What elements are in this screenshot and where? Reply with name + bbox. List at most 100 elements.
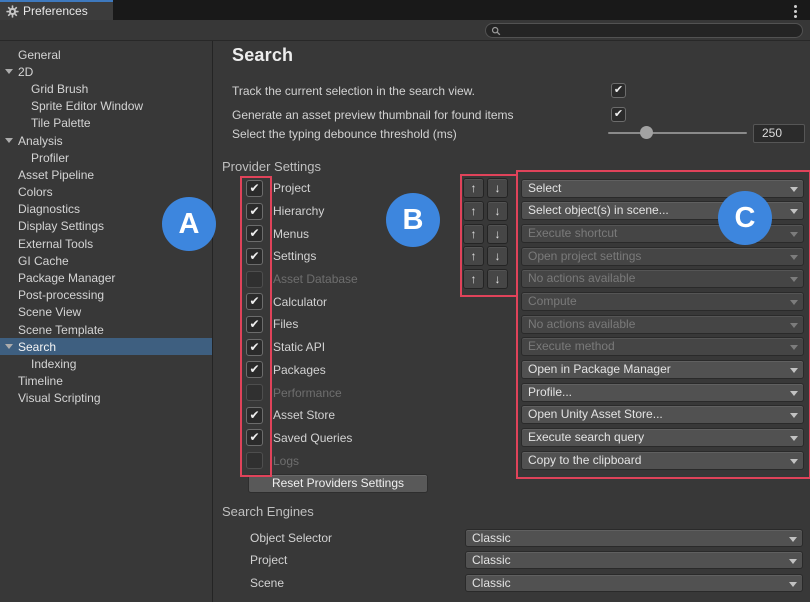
reset-providers-button[interactable]: Reset Providers Settings <box>248 474 428 493</box>
track-selection-checkbox[interactable]: ✔ <box>611 83 626 98</box>
sidebar-item-label: Search <box>18 340 56 354</box>
provider-label: Settings <box>273 249 316 263</box>
sidebar-item-timeline[interactable]: Timeline <box>0 373 212 390</box>
preferences-tab[interactable]: Preferences <box>0 0 113 20</box>
action-dropdown-value: Execute search query <box>528 430 644 444</box>
chevron-down-icon <box>790 436 798 445</box>
provider-label: Asset Store <box>273 408 335 422</box>
action-dropdown-value: No actions available <box>528 271 635 285</box>
action-dropdown-value: Profile... <box>528 385 572 399</box>
setting-label-track-selection: Track the current selection in the searc… <box>232 84 475 98</box>
action-dropdown-value: No actions available <box>528 317 635 331</box>
sidebar-item-label: Diagnostics <box>18 202 80 216</box>
sidebar-item-2d[interactable]: 2D <box>0 63 212 80</box>
engine-label: Scene <box>250 574 465 592</box>
chevron-down-icon <box>789 537 797 546</box>
chevron-down-icon <box>789 559 797 568</box>
page-title: Search <box>232 45 293 66</box>
action-dropdown-asset-database: No actions available <box>521 269 804 288</box>
sidebar-item-label: External Tools <box>18 237 93 251</box>
provider-checkbox-files[interactable]: ✔ <box>246 316 263 333</box>
sidebar-item-scene-template[interactable]: Scene Template <box>0 321 212 338</box>
sidebar-item-general[interactable]: General <box>0 46 212 63</box>
move-down-button[interactable]: ↓ <box>487 269 508 289</box>
provider-checkbox-menus[interactable]: ✔ <box>246 225 263 242</box>
move-up-button[interactable]: ↑ <box>463 178 484 198</box>
action-dropdown-static-api: Execute method <box>521 337 804 356</box>
sidebar-item-sprite-editor-window[interactable]: Sprite Editor Window <box>0 98 212 115</box>
sidebar-item-scene-view[interactable]: Scene View <box>0 304 212 321</box>
foldout-chevron-down-icon[interactable] <box>5 69 13 78</box>
sidebar-item-profiler[interactable]: Profiler <box>0 149 212 166</box>
sidebar-item-tile-palette[interactable]: Tile Palette <box>0 115 212 132</box>
sidebar-item-gi-cache[interactable]: GI Cache <box>0 252 212 269</box>
search-input[interactable] <box>485 23 803 38</box>
sidebar-item-indexing[interactable]: Indexing <box>0 355 212 372</box>
provider-label: Static API <box>273 340 325 354</box>
move-up-button[interactable]: ↑ <box>463 224 484 244</box>
provider-checkbox-static-api[interactable]: ✔ <box>246 339 263 356</box>
sidebar-item-label: Post-processing <box>18 288 104 302</box>
provider-checkbox-packages[interactable]: ✔ <box>246 361 263 378</box>
sidebar-item-search[interactable]: Search <box>0 338 212 355</box>
provider-row-asset-store: ✔ Asset Store <box>246 404 466 427</box>
provider-label: Performance <box>273 386 342 400</box>
sidebar-item-label: Visual Scripting <box>18 391 101 405</box>
engine-row-object-selector: Object SelectorClassic <box>250 529 803 551</box>
foldout-chevron-down-icon[interactable] <box>5 138 13 147</box>
kebab-menu-icon[interactable] <box>794 4 797 19</box>
action-dropdown-asset-store[interactable]: Open Unity Asset Store... <box>521 405 804 424</box>
action-dropdown-logs[interactable]: Copy to the clipboard <box>521 451 804 470</box>
debounce-value-field[interactable]: 250 <box>753 124 805 143</box>
engine-dropdown-scene[interactable]: Classic <box>465 574 803 592</box>
sidebar-item-label: Scene Template <box>18 323 104 337</box>
action-dropdown-project[interactable]: Select <box>521 179 804 198</box>
move-up-button[interactable]: ↑ <box>463 246 484 266</box>
move-up-button[interactable]: ↑ <box>463 269 484 289</box>
provider-checkbox-settings[interactable]: ✔ <box>246 248 263 265</box>
provider-checkbox-hierarchy[interactable]: ✔ <box>246 203 263 220</box>
provider-settings-header: Provider Settings <box>222 159 321 174</box>
sidebar-item-visual-scripting[interactable]: Visual Scripting <box>0 390 212 407</box>
engine-dropdown-object-selector[interactable]: Classic <box>465 529 803 547</box>
move-up-button[interactable]: ↑ <box>463 201 484 221</box>
debounce-slider-track[interactable] <box>608 132 747 134</box>
move-down-button[interactable]: ↓ <box>487 201 508 221</box>
move-down-button[interactable]: ↓ <box>487 178 508 198</box>
sidebar-item-asset-pipeline[interactable]: Asset Pipeline <box>0 166 212 183</box>
action-dropdown-saved-queries[interactable]: Execute search query <box>521 428 804 447</box>
sidebar-item-analysis[interactable]: Analysis <box>0 132 212 149</box>
sidebar-item-grid-brush[interactable]: Grid Brush <box>0 80 212 97</box>
provider-row-logs: Logs <box>246 449 466 472</box>
action-dropdown-value: Copy to the clipboard <box>528 453 641 467</box>
debounce-slider-handle[interactable] <box>640 126 653 139</box>
provider-checkbox-performance[interactable] <box>246 384 263 401</box>
action-dropdown-performance[interactable]: Profile... <box>521 383 804 402</box>
provider-checkbox-asset-database[interactable] <box>246 271 263 288</box>
sidebar-item-label: 2D <box>18 65 33 79</box>
provider-checkbox-asset-store[interactable]: ✔ <box>246 407 263 424</box>
engine-label: Object Selector <box>250 529 465 547</box>
sidebar-item-package-manager[interactable]: Package Manager <box>0 269 212 286</box>
provider-label: Saved Queries <box>273 431 352 445</box>
provider-checkbox-saved-queries[interactable]: ✔ <box>246 429 263 446</box>
foldout-chevron-down-icon[interactable] <box>5 344 13 353</box>
action-dropdown-packages[interactable]: Open in Package Manager <box>521 360 804 379</box>
sidebar-item-label: GI Cache <box>18 254 69 268</box>
provider-checkbox-project[interactable]: ✔ <box>246 180 263 197</box>
engine-dropdown-project[interactable]: Classic <box>465 551 803 569</box>
sidebar-item-post-processing[interactable]: Post-processing <box>0 287 212 304</box>
chevron-down-icon <box>790 368 798 377</box>
engine-label: Project <box>250 551 465 569</box>
preview-thumbnail-checkbox[interactable]: ✔ <box>611 107 626 122</box>
sidebar-item-label: Profiler <box>31 151 69 165</box>
chevron-down-icon <box>790 232 798 241</box>
provider-label: Files <box>273 317 298 331</box>
provider-checkbox-calculator[interactable]: ✔ <box>246 293 263 310</box>
move-down-button[interactable]: ↓ <box>487 224 508 244</box>
engine-row-scene: SceneClassic <box>250 574 803 596</box>
gear-icon <box>6 5 19 18</box>
move-down-button[interactable]: ↓ <box>487 246 508 266</box>
toolbar <box>0 20 810 41</box>
provider-checkbox-logs[interactable] <box>246 452 263 469</box>
